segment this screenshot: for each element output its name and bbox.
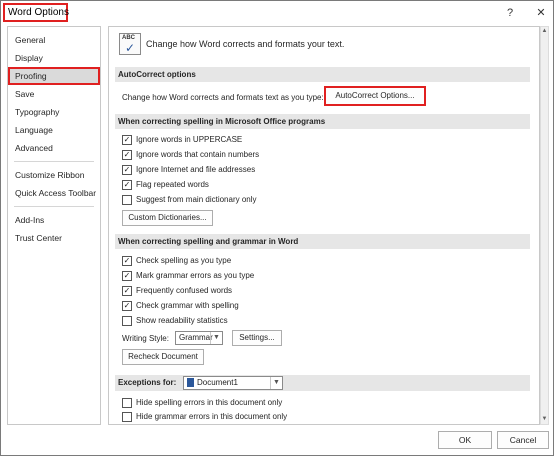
chevron-down-icon: ▼: [210, 332, 222, 344]
option-label: Ignore words that contain numbers: [136, 150, 260, 159]
option-label: Flag repeated words: [136, 180, 209, 189]
proofing-panel: ABC ✓ Change how Word corrects and forma…: [108, 26, 540, 425]
writing-style-value: Grammar: [179, 333, 213, 342]
sidebar-item-advanced[interactable]: Advanced: [8, 139, 100, 157]
checkbox[interactable]: [122, 412, 132, 422]
option-label: Suggest from main dictionary only: [136, 195, 257, 204]
exceptions-label: Exceptions for:: [118, 378, 177, 387]
option-label: Mark grammar errors as you type: [136, 271, 255, 280]
option-label: Check spelling as you type: [136, 256, 232, 265]
panel-header: Change how Word corrects and formats you…: [146, 39, 345, 49]
title-bar: Word Options ? ✕: [1, 1, 553, 25]
chevron-down-icon: ▼: [270, 377, 282, 389]
sidebar-item-add-ins[interactable]: Add-Ins: [8, 211, 100, 229]
checkbox[interactable]: ✓: [122, 150, 132, 160]
vertical-scrollbar[interactable]: ▲ ▼: [540, 26, 549, 425]
sidebar-divider: [14, 161, 94, 162]
checkbox[interactable]: ✓: [122, 301, 132, 311]
writing-style-label: Writing Style:: [122, 334, 169, 343]
exceptions-document-select[interactable]: Document1 ▼: [183, 376, 283, 390]
autocorrect-description: Change how Word corrects and formats tex…: [122, 93, 324, 102]
option-label: Show readability statistics: [136, 316, 228, 325]
checkbox[interactable]: [122, 316, 132, 326]
option-label: Ignore Internet and file addresses: [136, 165, 256, 174]
option-label: Check grammar with spelling: [136, 301, 239, 310]
checkbox[interactable]: [122, 195, 132, 205]
sidebar-item-quick-access-toolbar[interactable]: Quick Access Toolbar: [8, 184, 100, 202]
checkbox[interactable]: ✓: [122, 286, 132, 296]
checkbox[interactable]: ✓: [122, 135, 132, 145]
checkbox[interactable]: ✓: [122, 165, 132, 175]
exceptions-document-value: Document1: [197, 378, 238, 387]
close-button[interactable]: ✕: [533, 5, 549, 21]
scroll-up-icon[interactable]: ▲: [541, 27, 548, 36]
settings-button[interactable]: Settings...: [232, 330, 282, 346]
scroll-down-icon[interactable]: ▼: [541, 415, 548, 424]
option-label: Hide spelling errors in this document on…: [136, 398, 283, 407]
option-label: Hide grammar errors in this document onl…: [136, 412, 288, 421]
sidebar-item-typography[interactable]: Typography: [8, 103, 100, 121]
sidebar-item-customize-ribbon[interactable]: Customize Ribbon: [8, 166, 100, 184]
dialog-title: Word Options: [3, 3, 69, 22]
checkbox[interactable]: ✓: [122, 256, 132, 266]
option-label: Ignore words in UPPERCASE: [136, 135, 243, 144]
autocorrect-section-header: AutoCorrect options: [115, 67, 530, 82]
checkbox[interactable]: [122, 398, 132, 408]
recheck-document-button[interactable]: Recheck Document: [122, 349, 204, 365]
sidebar-item-display[interactable]: Display: [8, 49, 100, 67]
word-options-dialog: Word Options ? ✕ General Display Proofin…: [0, 0, 554, 456]
sidebar-item-language[interactable]: Language: [8, 121, 100, 139]
sidebar-divider: [14, 206, 94, 207]
word-document-icon: [187, 378, 194, 387]
office-spelling-section-header: When correcting spelling in Microsoft Of…: [115, 114, 530, 129]
help-button[interactable]: ?: [502, 5, 518, 21]
sidebar-item-general[interactable]: General: [8, 31, 100, 49]
writing-style-select[interactable]: Grammar ▼: [175, 331, 223, 345]
sidebar-item-proofing[interactable]: Proofing: [8, 67, 100, 85]
cancel-button[interactable]: Cancel: [497, 431, 549, 449]
checkbox[interactable]: ✓: [122, 271, 132, 281]
autocorrect-options-button[interactable]: AutoCorrect Options...: [324, 86, 426, 106]
option-label: Frequently confused words: [136, 286, 233, 295]
options-sidebar: General Display Proofing Save Typography…: [7, 26, 101, 425]
exceptions-section-header: Exceptions for:: [115, 375, 530, 391]
abc-check-icon: ABC ✓: [119, 33, 141, 55]
word-spelling-section-header: When correcting spelling and grammar in …: [115, 234, 530, 249]
checkbox[interactable]: ✓: [122, 180, 132, 190]
ok-button[interactable]: OK: [438, 431, 492, 449]
sidebar-item-save[interactable]: Save: [8, 85, 100, 103]
sidebar-item-trust-center[interactable]: Trust Center: [8, 229, 100, 247]
checkmark-icon: ✓: [125, 41, 136, 55]
custom-dictionaries-button[interactable]: Custom Dictionaries...: [122, 210, 213, 226]
